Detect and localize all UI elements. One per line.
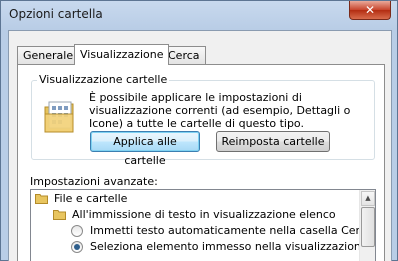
folder-icon: [53, 210, 66, 220]
folder-view-icon: [44, 101, 74, 133]
title-bar[interactable]: Opzioni cartella ✕: [1, 1, 397, 29]
close-button[interactable]: ✕: [349, 1, 391, 20]
close-icon: ✕: [364, 3, 376, 17]
option-label: Immetti testo automaticamente nella case…: [90, 224, 373, 237]
scroll-thumb[interactable]: [361, 207, 375, 247]
folder-view-description: È possibile applicare le impostazioni di…: [89, 91, 351, 130]
tree-item-text-entry[interactable]: All'immissione di testo in visualizzazio…: [53, 207, 363, 223]
folder-icon: [35, 194, 48, 204]
option-label: Seleziona elemento immesso nella visuali…: [90, 240, 368, 253]
apply-to-folders-button[interactable]: Applica alle cartelle: [90, 131, 200, 167]
vertical-scrollbar[interactable]: ▲: [359, 190, 375, 261]
advanced-settings-tree[interactable]: File e cartelle All'immissione di testo …: [30, 189, 376, 261]
group-title: Visualizzazione cartelle: [37, 73, 170, 86]
advanced-settings-label: Impostazioni avanzate:: [30, 175, 158, 188]
tab-panel-visualizzazione: Visualizzazione cartelle È possibile app…: [17, 64, 385, 261]
tab-generale[interactable]: Generale: [17, 46, 80, 64]
tree-item-file-e-cartelle[interactable]: File e cartelle: [35, 191, 355, 207]
dialog-client: Generale Visualizzazione Cerca Visualizz…: [8, 30, 392, 261]
tab-visualizzazione[interactable]: Visualizzazione: [74, 44, 170, 65]
scroll-up-arrow-icon[interactable]: ▲: [361, 191, 375, 206]
tree-item-label: All'immissione di testo in visualizzazio…: [72, 208, 336, 221]
radio-unchecked[interactable]: [71, 225, 83, 237]
option-auto-type-search[interactable]: Immetti testo automaticamente nella case…: [71, 223, 373, 239]
window-title: Opzioni cartella: [9, 7, 103, 21]
folder-options-window: Opzioni cartella ✕ Generale Visualizzazi…: [0, 0, 398, 261]
reset-folders-button[interactable]: Reimposta cartelle: [216, 131, 330, 152]
radio-checked[interactable]: [71, 241, 83, 253]
option-select-typed-item[interactable]: Seleziona elemento immesso nella visuali…: [71, 239, 368, 255]
tab-strip: Generale Visualizzazione Cerca: [17, 44, 387, 65]
folder-view-group: Visualizzazione cartelle È possibile app…: [31, 73, 375, 167]
tree-item-label: File e cartelle: [54, 192, 128, 205]
